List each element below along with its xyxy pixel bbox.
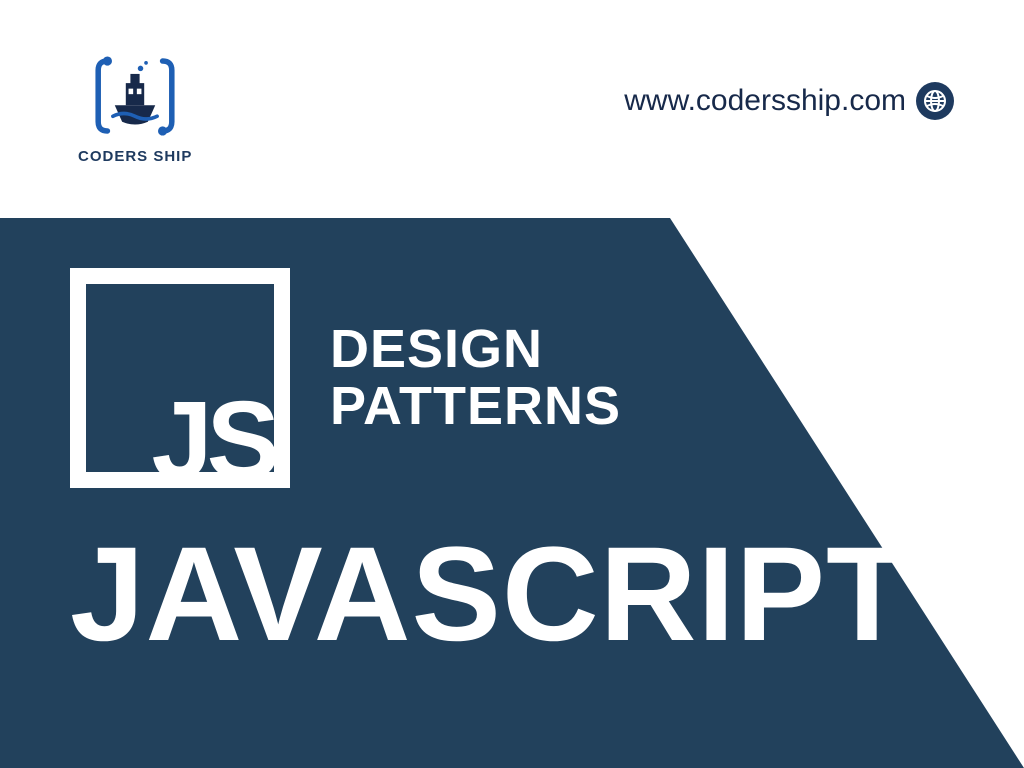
hero-subtitle: DESIGN PATTERNS [330,321,621,434]
globe-icon [916,82,954,120]
website-url-block: www.codersship.com [624,82,954,120]
hero-content: JS DESIGN PATTERNS JAVASCRIPT [70,268,909,671]
hero-top-row: JS DESIGN PATTERNS [70,268,909,488]
hero-subtitle-line2: PATTERNS [330,378,621,435]
hero-panel: JS DESIGN PATTERNS JAVASCRIPT [0,218,1024,768]
brand-name: CODERS SHIP [78,148,192,165]
header: CODERS SHIP www.codersship.com [0,0,1024,218]
hero-title: JAVASCRIPT [70,518,909,671]
hero-subtitle-line1: DESIGN [330,321,621,378]
js-badge-text: JS [70,400,290,483]
js-badge: JS [70,268,290,488]
website-url: www.codersship.com [624,84,906,118]
ship-logo-icon [89,50,181,142]
brand-logo: CODERS SHIP [78,50,192,165]
